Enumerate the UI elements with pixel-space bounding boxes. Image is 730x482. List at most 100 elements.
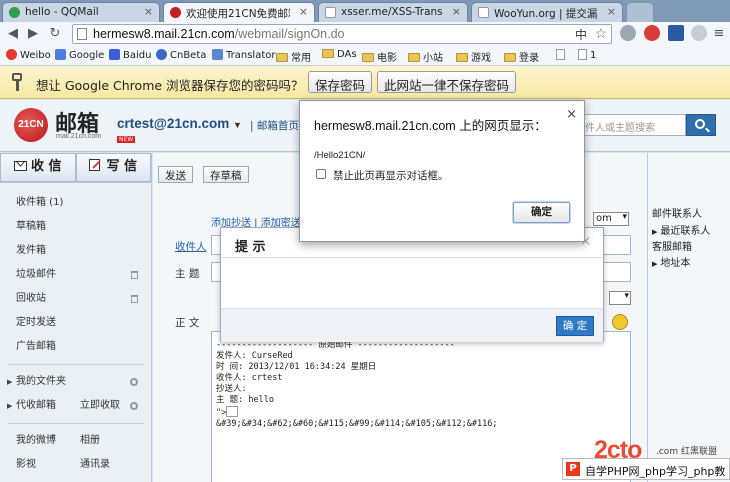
tab-qqmail[interactable]: hello - QQMail ×: [2, 2, 160, 22]
weibo-link[interactable]: 我的微博: [16, 435, 56, 446]
close-icon[interactable]: ×: [452, 5, 461, 18]
javascript-alert: hermesw8.mail.21cn.com 上的网页显示： × /Hello2…: [299, 100, 585, 242]
bookmark-google[interactable]: Google: [55, 49, 104, 61]
folder-icon: [408, 53, 420, 62]
fetch-now-link[interactable]: 立即收取: [80, 394, 120, 418]
alert-ok-button[interactable]: 确定: [513, 202, 570, 223]
bookmark-folder[interactable]: DAs: [322, 49, 357, 60]
save-draft-button[interactable]: 存草稿: [203, 166, 249, 183]
watermark-bar: P 自学PHP网_php学习_php教: [562, 458, 730, 480]
bookmarks-bar: Weibo Google Baidu CnBeta Translator 常用 …: [0, 46, 730, 66]
proxy-mailbox[interactable]: ▶ 代收邮箱 立即收取: [0, 394, 152, 418]
bookmark-folder[interactable]: 常用: [276, 49, 311, 64]
bookmark-page[interactable]: [556, 49, 568, 61]
mail-home-link[interactable]: | 邮箱首页: [250, 118, 299, 133]
tab-xsser[interactable]: xsser.me/XSS-Transer.swf ×: [318, 2, 468, 22]
tab-21cn-mail[interactable]: 欢迎使用21CN免费邮箱 ×: [163, 2, 315, 22]
forward-icon[interactable]: ▶: [24, 25, 42, 43]
folder-label: 定时发送: [16, 317, 56, 328]
bookmark-cnbeta[interactable]: CnBeta: [156, 49, 206, 61]
extension-icon[interactable]: [620, 25, 636, 41]
subject-label: 主 题: [175, 268, 200, 280]
back-icon[interactable]: ◀: [4, 25, 22, 43]
close-icon[interactable]: ×: [299, 5, 308, 18]
close-icon[interactable]: ×: [566, 107, 577, 122]
close-icon[interactable]: ×: [144, 5, 153, 18]
folder-drafts[interactable]: 草稿箱: [0, 215, 152, 239]
extension-icon[interactable]: [691, 25, 707, 41]
bookmark-label: Google: [69, 50, 105, 61]
my-folders[interactable]: ▶ 我的文件夹: [0, 370, 152, 394]
contacts-header: 邮件联系人: [652, 209, 702, 220]
sidebar: 收 信 写 信 收件箱 (1) 草稿箱 发件箱 垃圾邮件 回收站 定时发送 广告…: [0, 153, 152, 482]
wrench-icon[interactable]: ≡: [710, 25, 728, 43]
bookmark-star-icon[interactable]: ☆: [594, 25, 607, 42]
never-save-button[interactable]: 此网站一律不保存密码: [377, 71, 517, 93]
search-icon: [695, 119, 705, 129]
tab-wooyun[interactable]: WooYun.org | 提交漏洞 ×: [471, 2, 623, 22]
suppress-dialogs-label[interactable]: 禁止此页再显示对话框。: [333, 168, 449, 183]
addressbook-link[interactable]: 通讯录: [80, 453, 110, 477]
font-select[interactable]: [609, 291, 631, 305]
send-button[interactable]: 发送: [158, 166, 193, 183]
video-link[interactable]: 影视: [16, 459, 36, 470]
extension-icon[interactable]: [644, 25, 660, 41]
folder-inbox[interactable]: 收件箱 (1): [0, 191, 152, 215]
reload-icon[interactable]: ↻: [46, 25, 64, 43]
compose-tab[interactable]: 写 信: [75, 153, 151, 182]
weibo-icon: [6, 49, 17, 60]
page-icon: [77, 28, 87, 40]
key-icon: [12, 73, 22, 91]
folder-trash[interactable]: 回收站: [0, 287, 152, 311]
bookmark-folder[interactable]: 登录: [504, 49, 539, 64]
save-password-button[interactable]: 保存密码: [308, 71, 373, 93]
bookmark-label: CnBeta: [170, 50, 207, 61]
recent-contacts[interactable]: ▶ 最近联系人: [652, 222, 710, 237]
folder-spam[interactable]: 垃圾邮件: [0, 263, 152, 287]
bookmark-translator[interactable]: Translator: [212, 49, 275, 61]
tab-title: WooYun.org | 提交漏洞: [494, 8, 598, 20]
inbox-tab[interactable]: 收 信: [0, 153, 76, 182]
address-bar[interactable]: hermesw8.mail.21cn.com/webmail/signOn.do…: [72, 24, 612, 44]
logo-subtitle: mail.21cn.com: [56, 133, 102, 140]
new-tab-button[interactable]: [626, 2, 654, 22]
contacts-label: 最近联系人: [660, 226, 711, 237]
21cn-logo[interactable]: 21CN: [14, 108, 48, 142]
tip-dialog: 提 示 × 确 定: [220, 227, 604, 342]
bookmark-folder[interactable]: 小站: [408, 49, 443, 64]
album-link[interactable]: 相册: [80, 429, 100, 453]
confirm-button[interactable]: 确 定: [556, 316, 594, 336]
user-menu[interactable]: crtest@21cn.com ▼: [117, 116, 242, 131]
editor-line: &#39;&#34;&#62;&#60;&#115;&#99;&#114;&#1…: [216, 419, 498, 429]
extension-icon[interactable]: [668, 25, 684, 41]
trash-icon[interactable]: [131, 271, 138, 279]
folder-ads[interactable]: 广告邮箱: [0, 335, 152, 359]
bookmark-label: 1: [590, 50, 597, 61]
21cn-icon: [170, 7, 181, 18]
folder-label: 垃圾邮件: [16, 269, 56, 280]
mail-search-input[interactable]: 件人或主题搜索: [580, 114, 686, 136]
gear-icon[interactable]: [130, 378, 138, 386]
emoji-icon[interactable]: [612, 314, 628, 330]
bookmark-folder[interactable]: 电影: [362, 49, 397, 64]
bookmark-label: Baidu: [123, 50, 152, 61]
suppress-dialogs-checkbox[interactable]: [316, 169, 326, 179]
page-icon: [578, 49, 587, 60]
bookmark-weibo[interactable]: Weibo: [6, 49, 51, 61]
service-mail[interactable]: 客服邮箱: [652, 238, 692, 253]
watermark-subtitle: .com 红黑联盟: [656, 447, 717, 457]
sender-select[interactable]: om: [593, 212, 629, 226]
cnbeta-icon: [156, 49, 167, 60]
trash-icon[interactable]: [131, 295, 138, 303]
compose-tab-label: 写 信: [106, 159, 138, 174]
bookmark-page[interactable]: 1: [578, 49, 596, 61]
close-icon[interactable]: ×: [607, 5, 616, 18]
gear-icon[interactable]: [130, 402, 138, 410]
search-button[interactable]: [686, 114, 716, 136]
folder-sent[interactable]: 发件箱: [0, 239, 152, 263]
to-label[interactable]: 收件人: [175, 239, 207, 254]
folder-scheduled[interactable]: 定时发送: [0, 311, 152, 335]
bookmark-baidu[interactable]: Baidu: [109, 49, 151, 61]
address-book[interactable]: ▶ 地址本: [652, 254, 690, 269]
bookmark-folder[interactable]: 游戏: [456, 49, 491, 64]
